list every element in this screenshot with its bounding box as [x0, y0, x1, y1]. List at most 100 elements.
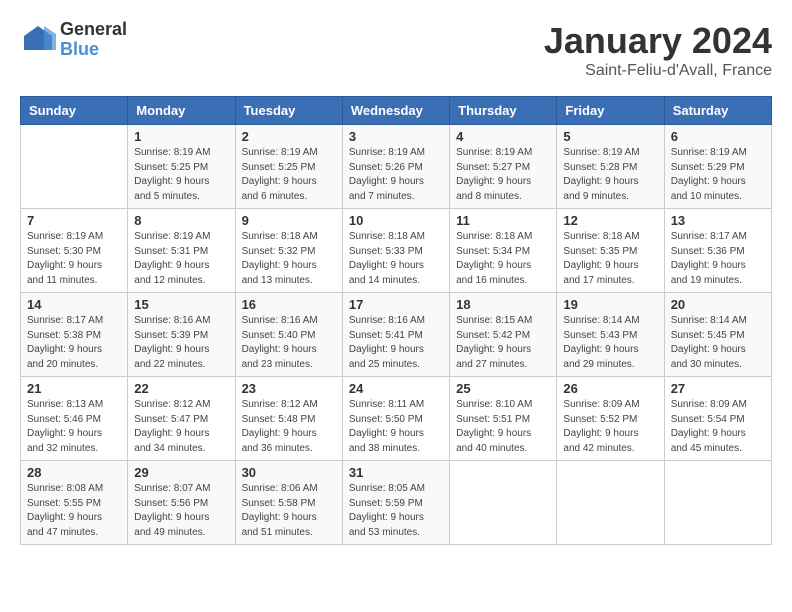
daylight-text: Daylight: 9 hours and 9 minutes.: [563, 175, 657, 204]
sunrise-text: Sunrise: 8:08 AM: [27, 482, 121, 497]
day-number: 14: [27, 297, 121, 312]
calendar-cell: 2Sunrise: 8:19 AMSunset: 5:25 PMDaylight…: [235, 125, 342, 209]
daylight-text: Daylight: 9 hours and 40 minutes.: [456, 427, 550, 456]
daylight-text: Daylight: 9 hours and 19 minutes.: [671, 259, 765, 288]
calendar-cell: 3Sunrise: 8:19 AMSunset: 5:26 PMDaylight…: [342, 125, 449, 209]
sunrise-text: Sunrise: 8:15 AM: [456, 314, 550, 329]
daylight-text: Daylight: 9 hours and 17 minutes.: [563, 259, 657, 288]
day-number: 18: [456, 297, 550, 312]
calendar-cell: 4Sunrise: 8:19 AMSunset: 5:27 PMDaylight…: [450, 125, 557, 209]
calendar-cell: 25 Sunrise: 8:10 AMSunset: 5:51 PMDayligh…: [450, 377, 557, 461]
sunset-text: Sunset: 5:40 PM: [242, 329, 336, 344]
sunset-text: Sunset: 5:54 PM: [671, 413, 765, 428]
sunset-text: Sunset: 5:46 PM: [27, 413, 121, 428]
sunset-text: Sunset: 5:50 PM: [349, 413, 443, 428]
col-header-tuesday: Tuesday: [235, 97, 342, 125]
sunset-text: Sunset: 5:58 PM: [242, 497, 336, 512]
sunset-text: Sunset: 5:29 PM: [671, 161, 765, 176]
sunrise-text: Sunrise: 8:18 AM: [242, 230, 336, 245]
daylight-text: Daylight: 9 hours and 38 minutes.: [349, 427, 443, 456]
calendar-cell: 9Sunrise: 8:18 AMSunset: 5:32 PMDaylight…: [235, 209, 342, 293]
day-number: 30: [242, 465, 336, 480]
calendar-cell: [450, 461, 557, 545]
calendar-week-row: 14 Sunrise: 8:17 AMSunset: 5:38 PMDayligh…: [21, 293, 772, 377]
day-info: Sunrise: 8:07 AMSunset: 5:56 PMDaylight:…: [134, 482, 228, 540]
sunrise-text: Sunrise: 8:17 AM: [671, 230, 765, 245]
calendar-cell: 26Sunrise: 8:09 AMSunset: 5:52 PMDayligh…: [557, 377, 664, 461]
sunrise-text: Sunrise: 8:19 AM: [671, 146, 765, 161]
sunset-text: Sunset: 5:48 PM: [242, 413, 336, 428]
sunrise-text: Sunrise: 8:06 AM: [242, 482, 336, 497]
sunrise-text: Sunrise: 8:19 AM: [27, 230, 121, 245]
daylight-text: Daylight: 9 hours and 47 minutes.: [27, 511, 121, 540]
logo-text: General Blue: [60, 20, 127, 60]
day-info: Sunrise: 8:16 AMSunset: 5:39 PMDaylight:…: [134, 314, 228, 372]
day-number: 23: [242, 381, 336, 396]
calendar-cell: 11Sunrise: 8:18 AMSunset: 5:34 PMDayligh…: [450, 209, 557, 293]
daylight-text: Daylight: 9 hours and 42 minutes.: [563, 427, 657, 456]
sunrise-text: Sunrise: 8:09 AM: [563, 398, 657, 413]
sunrise-text: Sunrise: 8:13 AM: [27, 398, 121, 413]
col-header-monday: Monday: [128, 97, 235, 125]
calendar-cell: 16Sunrise: 8:16 AMSunset: 5:40 PMDayligh…: [235, 293, 342, 377]
sunrise-text: Sunrise: 8:16 AM: [242, 314, 336, 329]
sunset-text: Sunset: 5:45 PM: [671, 329, 765, 344]
daylight-text: Daylight: 9 hours and 10 minutes.: [671, 175, 765, 204]
day-info: Sunrise: 8:14 AMSunset: 5:45 PMDaylight:…: [671, 314, 765, 372]
calendar-cell: 30Sunrise: 8:06 AMSunset: 5:58 PMDayligh…: [235, 461, 342, 545]
daylight-text: Daylight: 9 hours and 25 minutes.: [349, 343, 443, 372]
calendar-header-row: SundayMondayTuesdayWednesdayThursdayFrid…: [21, 97, 772, 125]
calendar-cell: 12 Sunrise: 8:18 AMSunset: 5:35 PMDayligh…: [557, 209, 664, 293]
col-header-sunday: Sunday: [21, 97, 128, 125]
day-number: 13: [671, 213, 765, 228]
sunset-text: Sunset: 5:28 PM: [563, 161, 657, 176]
day-info: Sunrise: 8:09 AMSunset: 5:54 PMDaylight:…: [671, 398, 765, 456]
sunset-text: Sunset: 5:27 PM: [456, 161, 550, 176]
day-number: 20: [671, 297, 765, 312]
sunset-text: Sunset: 5:25 PM: [134, 161, 228, 176]
day-number: 21: [27, 381, 121, 396]
daylight-text: Daylight: 9 hours and 14 minutes.: [349, 259, 443, 288]
day-info: Sunrise: 8:12 AMSunset: 5:48 PMDaylight:…: [242, 398, 336, 456]
day-info: Sunrise: 8:10 AMSunset: 5:51 PMDaylight:…: [456, 398, 550, 456]
calendar-week-row: 7Sunrise: 8:19 AMSunset: 5:30 PMDaylight…: [21, 209, 772, 293]
day-number: 19: [563, 297, 657, 312]
sunset-text: Sunset: 5:51 PM: [456, 413, 550, 428]
calendar-cell: 19 Sunrise: 8:14 AMSunset: 5:43 PMDayligh…: [557, 293, 664, 377]
daylight-text: Daylight: 9 hours and 22 minutes.: [134, 343, 228, 372]
daylight-text: Daylight: 9 hours and 6 minutes.: [242, 175, 336, 204]
daylight-text: Daylight: 9 hours and 49 minutes.: [134, 511, 228, 540]
sunset-text: Sunset: 5:26 PM: [349, 161, 443, 176]
day-info: Sunrise: 8:16 AMSunset: 5:41 PMDaylight:…: [349, 314, 443, 372]
day-number: 26: [563, 381, 657, 396]
col-header-wednesday: Wednesday: [342, 97, 449, 125]
sunrise-text: Sunrise: 8:16 AM: [134, 314, 228, 329]
sunrise-text: Sunrise: 8:18 AM: [349, 230, 443, 245]
sunrise-text: Sunrise: 8:18 AM: [563, 230, 657, 245]
day-number: 3: [349, 129, 443, 144]
day-number: 4: [456, 129, 550, 144]
sunset-text: Sunset: 5:34 PM: [456, 245, 550, 260]
calendar-cell: 28Sunrise: 8:08 AMSunset: 5:55 PMDayligh…: [21, 461, 128, 545]
sunset-text: Sunset: 5:39 PM: [134, 329, 228, 344]
calendar-cell: [664, 461, 771, 545]
day-info: Sunrise: 8:17 AMSunset: 5:38 PMDaylight:…: [27, 314, 121, 372]
calendar-cell: 20 Sunrise: 8:14 AMSunset: 5:45 PMDayligh…: [664, 293, 771, 377]
day-info: Sunrise: 8:18 AMSunset: 5:35 PMDaylight:…: [563, 230, 657, 288]
calendar-cell: 15 Sunrise: 8:16 AMSunset: 5:39 PMDayligh…: [128, 293, 235, 377]
sunrise-text: Sunrise: 8:19 AM: [349, 146, 443, 161]
calendar-body: 1Sunrise: 8:19 AMSunset: 5:25 PMDaylight…: [21, 125, 772, 545]
day-number: 25: [456, 381, 550, 396]
sunrise-text: Sunrise: 8:09 AM: [671, 398, 765, 413]
day-number: 11: [456, 213, 550, 228]
col-header-friday: Friday: [557, 97, 664, 125]
calendar-cell: 17Sunrise: 8:16 AMSunset: 5:41 PMDayligh…: [342, 293, 449, 377]
day-number: 15: [134, 297, 228, 312]
day-number: 9: [242, 213, 336, 228]
day-number: 8: [134, 213, 228, 228]
day-number: 12: [563, 213, 657, 228]
daylight-text: Daylight: 9 hours and 23 minutes.: [242, 343, 336, 372]
calendar-cell: [557, 461, 664, 545]
day-info: Sunrise: 8:14 AMSunset: 5:43 PMDaylight:…: [563, 314, 657, 372]
sunrise-text: Sunrise: 8:18 AM: [456, 230, 550, 245]
